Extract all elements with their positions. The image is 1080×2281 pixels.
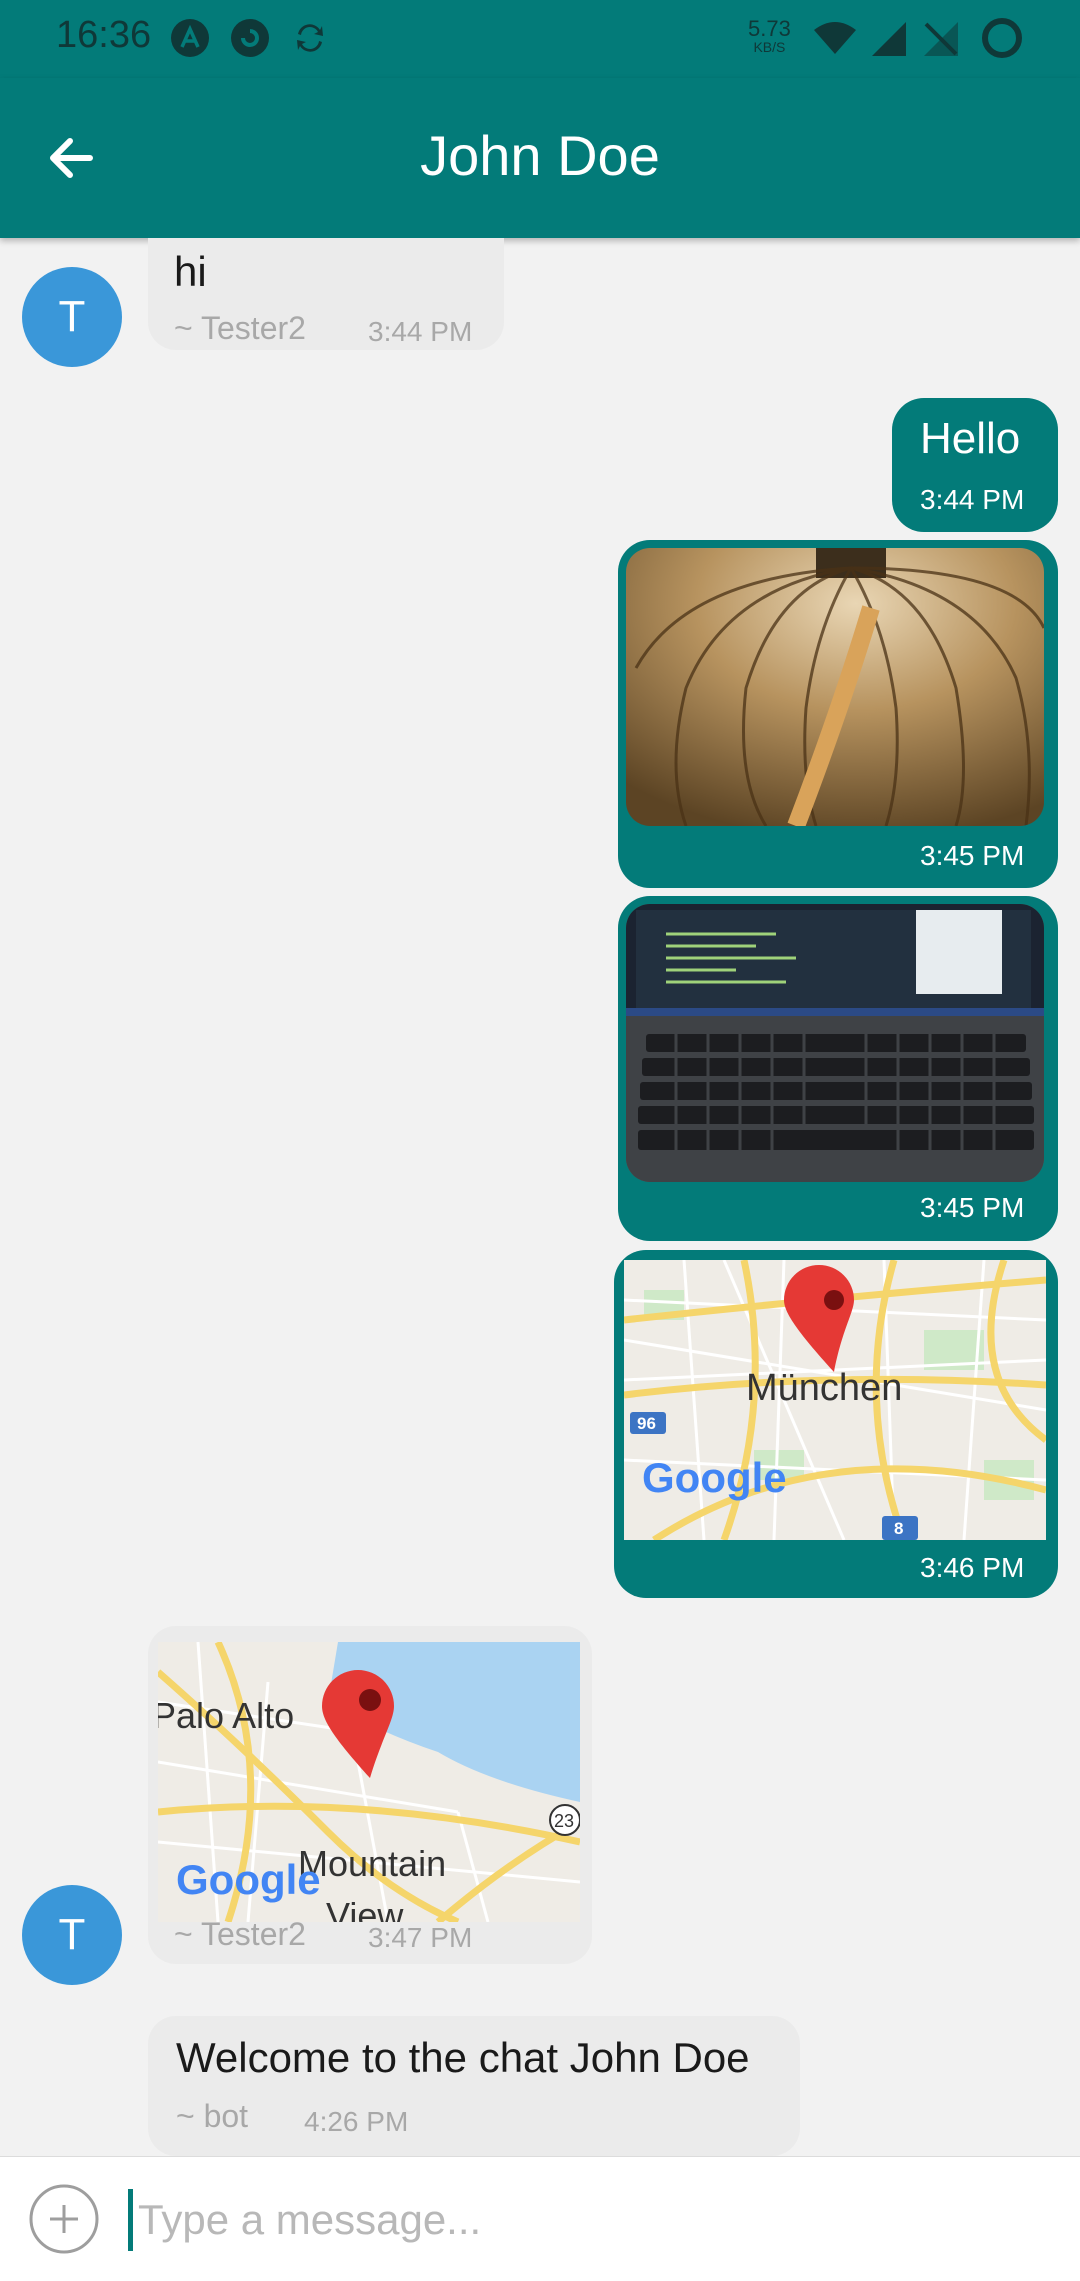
google-logo: Google	[642, 1454, 787, 1501]
location-map[interactable]: 96 8 München Google	[624, 1260, 1046, 1540]
sync-icon	[297, 24, 323, 52]
avatar[interactable]: T	[22, 1885, 122, 1985]
message-sender: ~ Tester2	[174, 1916, 306, 1952]
location-map[interactable]: 23 Palo Alto Mountain View Google	[158, 1642, 580, 1922]
road-badge: 8	[894, 1519, 903, 1538]
message-bubble-outgoing[interactable]: 3:45 PM	[618, 540, 1058, 888]
message-bubble-outgoing[interactable]: 3:45 PM	[618, 896, 1058, 1241]
no-sim-icon	[924, 22, 958, 56]
message-time: 3:45 PM	[920, 840, 1025, 871]
message-time: 3:47 PM	[368, 1922, 473, 1953]
road-badge: 23	[554, 1811, 574, 1831]
road-badge: 96	[637, 1414, 656, 1433]
message-bubble-outgoing[interactable]: Hello 3:44 PM	[892, 398, 1058, 532]
message-sender: ~ Tester2	[174, 310, 306, 346]
network-speed: 5.73 KB/S	[748, 16, 791, 56]
leaf-photo[interactable]	[626, 548, 1044, 826]
message-bubble-incoming[interactable]: hi ~ Tester2 3:44 PM	[148, 238, 504, 350]
message-time: 3:45 PM	[920, 1192, 1025, 1223]
message-input[interactable]	[136, 2179, 1040, 2261]
avatar-initial: T	[58, 292, 86, 341]
composer	[0, 2156, 1080, 2281]
google-logo: Google	[176, 1856, 321, 1903]
message-time: 3:46 PM	[920, 1552, 1025, 1583]
signal-icon	[872, 22, 906, 56]
message-time: 3:44 PM	[920, 484, 1025, 515]
battery-ring-icon	[982, 18, 1022, 58]
message-bubble-outgoing[interactable]: 96 8 München Google 3:46 PM	[614, 1250, 1058, 1598]
avatar[interactable]: T	[22, 267, 122, 367]
message-text: hi	[174, 248, 207, 295]
message-text: Hello	[920, 414, 1021, 463]
status-bar: 16:36 5.73 KB/S	[0, 0, 1080, 78]
network-speed-unit: KB/S	[753, 39, 786, 55]
status-time: 16:36	[56, 14, 152, 56]
message-sender: ~ bot	[176, 2098, 249, 2134]
text-cursor	[128, 2189, 133, 2251]
map-label: View	[326, 1895, 404, 1922]
wifi-icon	[814, 22, 856, 54]
message-time: 3:44 PM	[368, 316, 473, 347]
message-bubble-incoming[interactable]: 23 Palo Alto Mountain View Google ~ Test…	[148, 1626, 592, 1964]
app-refresh-icon	[231, 19, 269, 57]
avatar-initial: T	[58, 1910, 86, 1959]
map-label: Palo Alto	[158, 1695, 294, 1736]
message-text: Welcome to the chat John Doe	[176, 2034, 750, 2081]
laptop-photo[interactable]	[626, 904, 1044, 1182]
message-bubble-incoming[interactable]: Welcome to the chat John Doe ~ bot 4:26 …	[148, 2016, 800, 2156]
app-a-icon	[171, 19, 209, 57]
plus-circle-icon[interactable]	[28, 2183, 100, 2255]
message-time: 4:26 PM	[304, 2106, 409, 2137]
network-speed-value: 5.73	[748, 16, 791, 41]
message-list[interactable]: T hi ~ Tester2 3:44 PM Hello 3:44 PM 3:4…	[0, 238, 1080, 2156]
chat-title: John Doe	[420, 124, 660, 187]
map-label: München	[746, 1367, 902, 1409]
app-bar: John Doe	[0, 78, 1080, 238]
